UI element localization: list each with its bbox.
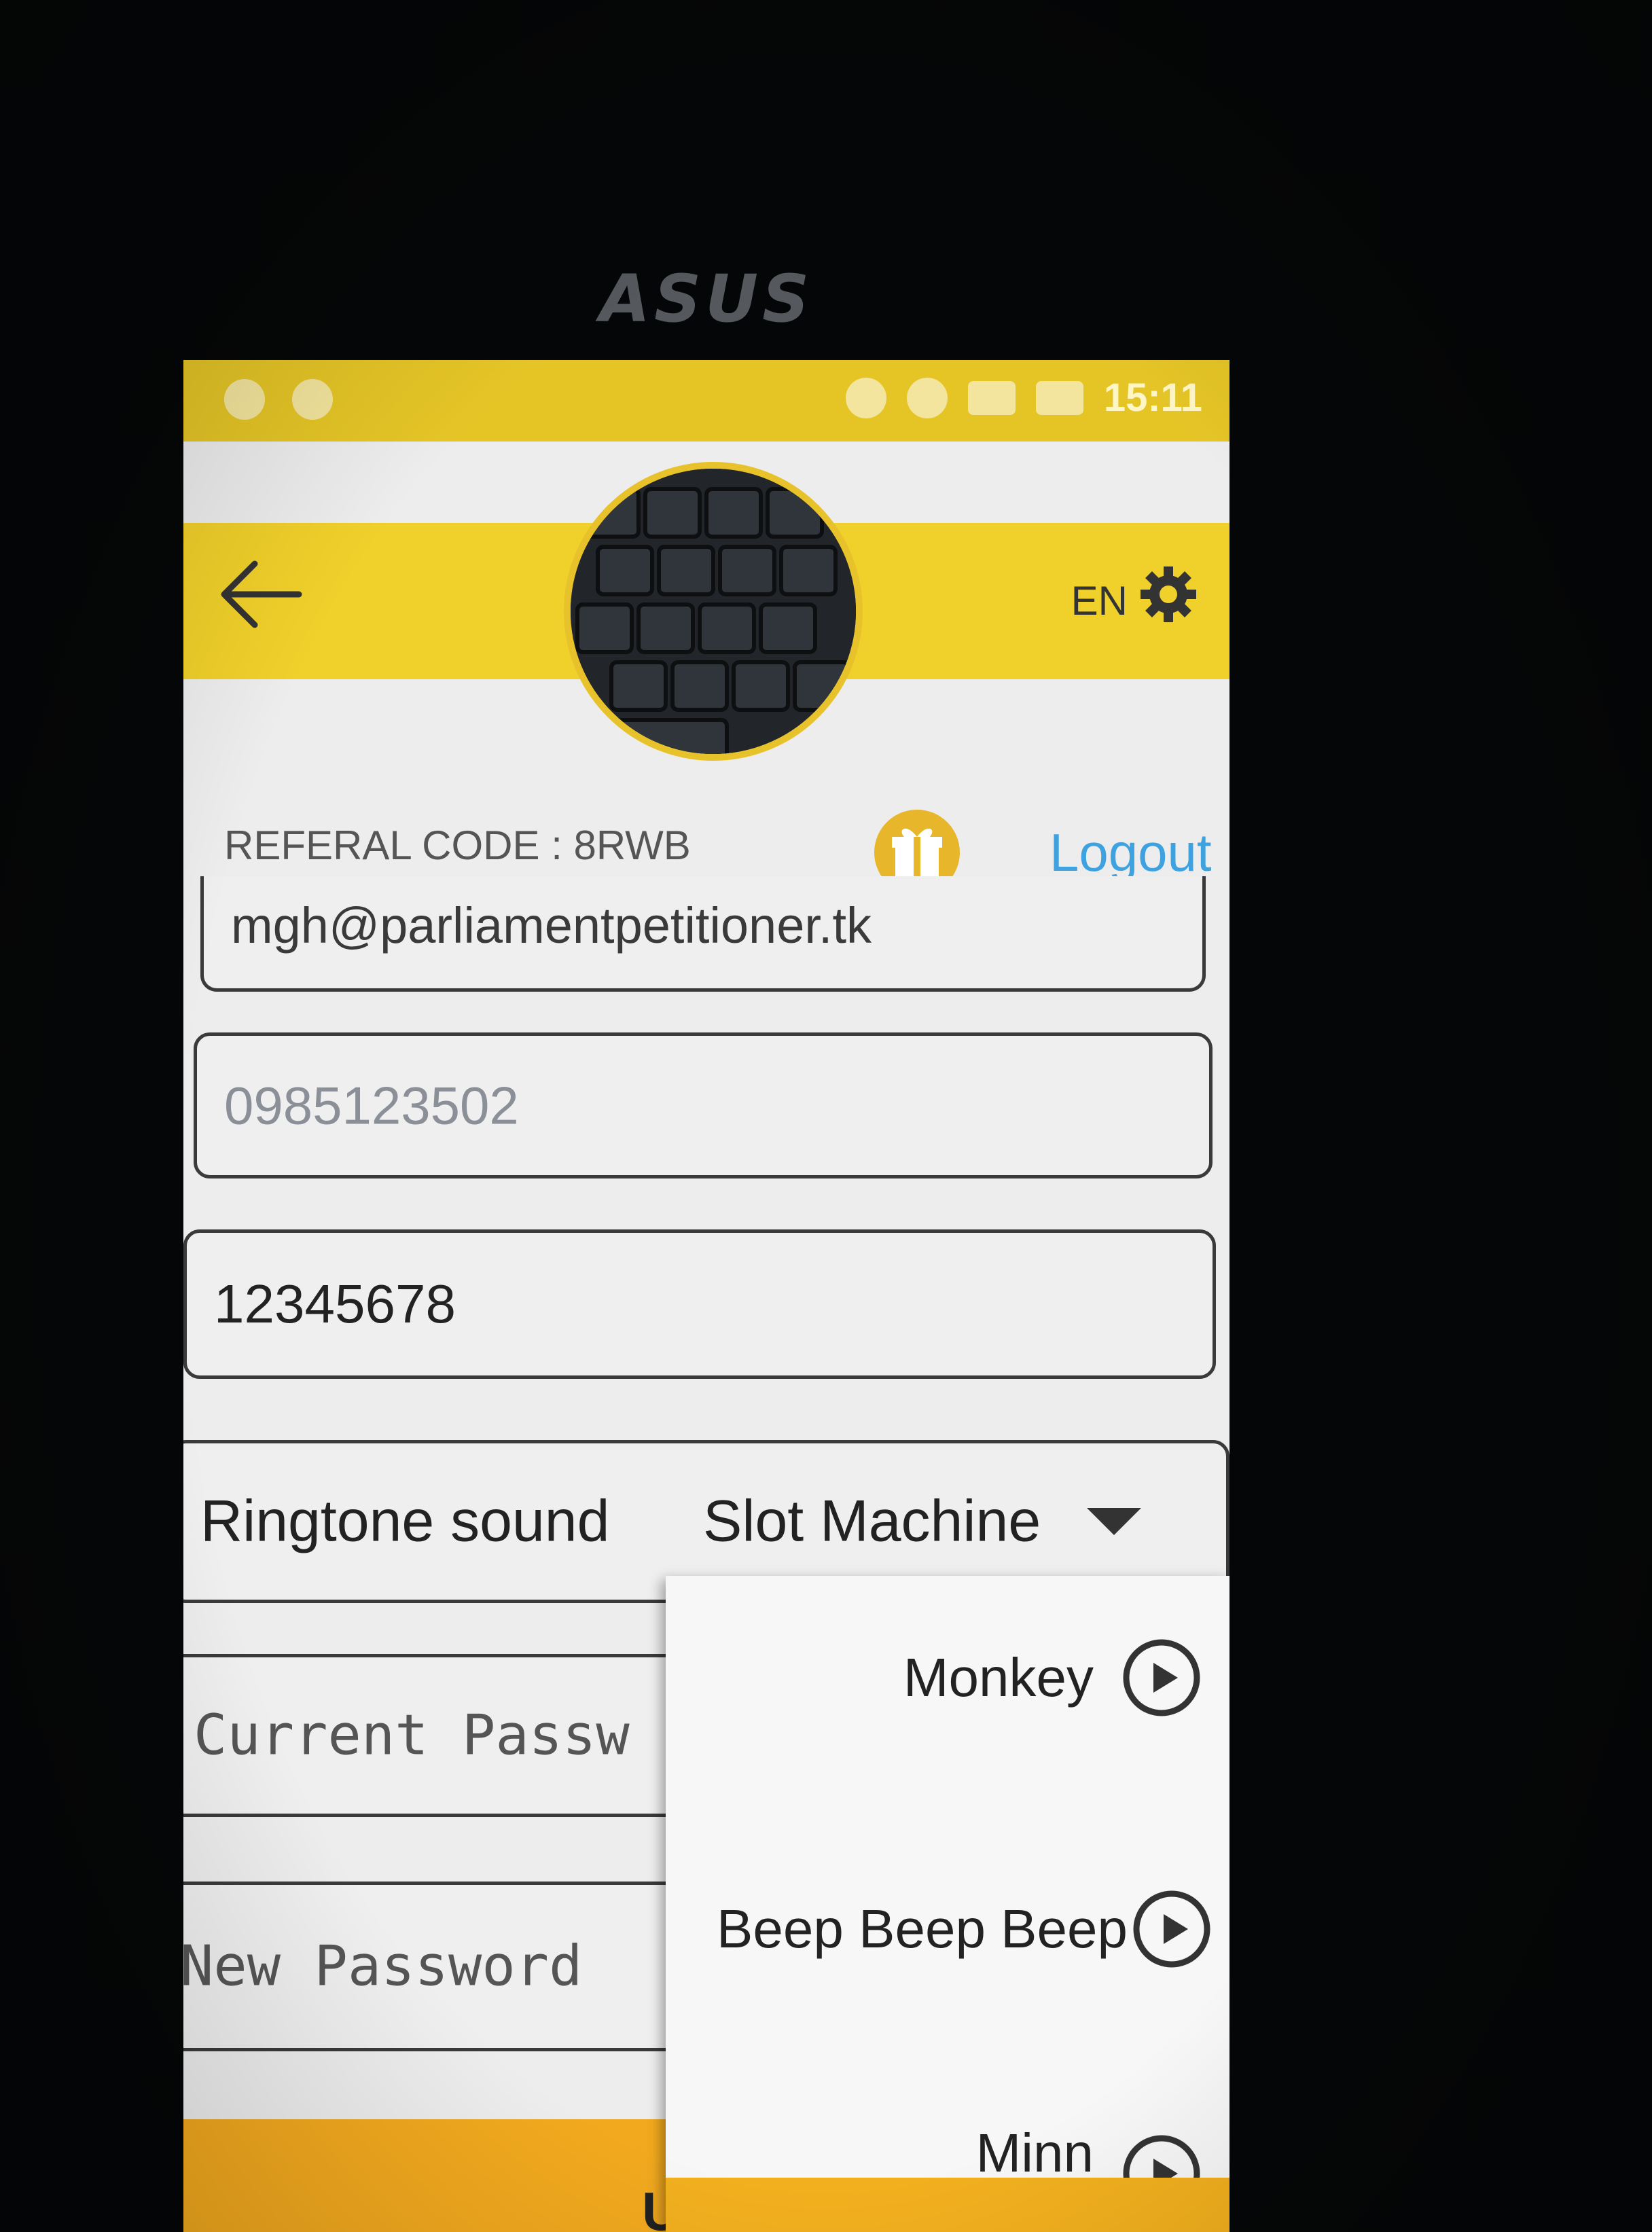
gear-icon[interactable]	[1138, 564, 1199, 625]
email-value: mgh@parliamentpetitioner.tk	[231, 897, 872, 954]
current-password-placeholder: Current Passw	[194, 1703, 630, 1768]
status-left-icons	[224, 379, 333, 420]
battery-icon	[1035, 380, 1083, 415]
wifi-icon	[906, 377, 948, 418]
ringtone-label: Ringtone sound	[200, 1488, 610, 1554]
chevron-down-icon[interactable]	[1083, 1505, 1145, 1538]
new-password-placeholder: New Password	[183, 1934, 583, 1999]
dropdown-item-monkey[interactable]: Monkey	[666, 1610, 1229, 1746]
play-icon[interactable]	[1121, 1637, 1202, 1718]
device-brand-logo: ASUS	[599, 261, 814, 337]
status-time: 15:11	[1103, 376, 1202, 420]
avatar[interactable]	[564, 462, 863, 761]
notification-icon	[224, 379, 265, 420]
status-bar: 15:11	[183, 360, 1229, 442]
dropdown-bottom-strip	[666, 2178, 1229, 2232]
ringtone-selected-value: Slot Machine	[703, 1488, 1041, 1554]
referal-code: REFERAL CODE : 8RWB	[224, 823, 691, 868]
dropdown-item-label: Beep Beep Beep	[717, 1898, 1128, 1959]
logout-link[interactable]: Logout	[1049, 822, 1212, 884]
dropdown-item-minn[interactable]: Minn	[666, 2099, 1229, 2212]
status-right-icons: 15:11	[845, 375, 1202, 420]
phone-value: 0985123502	[224, 1075, 519, 1135]
dropdown-item-beep-beep-beep[interactable]: Beep Beep Beep	[666, 1861, 1229, 1997]
email-field[interactable]: mgh@parliamentpetitioner.tk	[200, 876, 1206, 992]
password-field[interactable]: 12345678	[183, 1229, 1216, 1379]
location-icon	[845, 377, 886, 418]
app-notification-icon	[292, 379, 333, 420]
avatar-keyboard-image	[571, 469, 856, 754]
language-selector[interactable]: EN	[1071, 577, 1128, 624]
play-icon[interactable]	[1131, 1888, 1213, 1970]
back-arrow-icon[interactable]	[217, 557, 306, 632]
password-value: 12345678	[214, 1274, 456, 1334]
phone-field[interactable]: 0985123502	[194, 1032, 1213, 1178]
dropdown-item-label: Monkey	[903, 1647, 1094, 1708]
ringtone-dropdown-menu: Monkey Beep Beep Beep Minn	[666, 1576, 1229, 2232]
sd-card-icon	[967, 380, 1016, 415]
dropdown-item-label: Minn	[975, 2123, 1094, 2183]
phone-screen: 15:11 EN REFERAL CODE: 8RWB Logout mgh@…	[183, 360, 1229, 2232]
